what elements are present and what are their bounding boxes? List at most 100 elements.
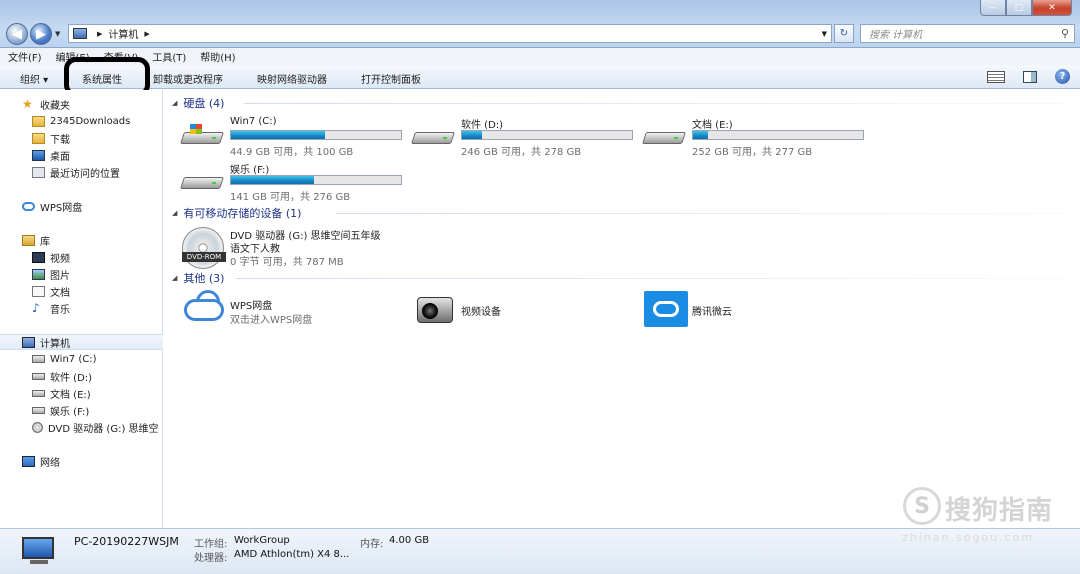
sidebar-label: 2345Downloads <box>50 115 131 127</box>
minimize-button[interactable]: — <box>980 0 1006 16</box>
computer-name: PC-20190227WSJM <box>74 535 179 548</box>
windows-drive-icon <box>180 124 224 148</box>
back-button[interactable]: ◀ <box>6 23 28 45</box>
group-header-hdd[interactable]: ◢ 硬盘 (4) <box>172 95 224 111</box>
sidebar-label: 桌面 <box>50 151 70 163</box>
other-item-wps[interactable]: WPS网盘 双击进入WPS网盘 <box>182 291 382 327</box>
chevron-right-icon[interactable]: ▶ <box>144 30 149 38</box>
search-input[interactable]: 搜索 计算机 ⚲ <box>860 24 1075 43</box>
search-icon[interactable]: ⚲ <box>1061 27 1069 40</box>
sidebar-label: 软件 (D:) <box>50 372 93 384</box>
maximize-button[interactable]: □ <box>1006 0 1032 16</box>
sidebar-item-favorites[interactable]: ★ 收藏夹 <box>22 96 185 112</box>
address-history-dropdown-icon[interactable]: ▼ <box>822 30 827 38</box>
windows-drive-icon <box>32 355 45 363</box>
menu-bar: 文件(F) 编辑(E) 查看(V) 工具(T) 帮助(H) <box>0 48 1080 65</box>
help-icon[interactable]: ? <box>1055 69 1070 84</box>
sidebar-label: WPS网盘 <box>40 202 83 214</box>
hard-drive-icon <box>32 389 45 397</box>
cloud-icon <box>22 201 35 211</box>
drive-usage-fill <box>693 131 709 139</box>
sidebar-label: 库 <box>40 236 50 248</box>
preview-pane-icon[interactable] <box>1023 70 1037 83</box>
recent-pages-dropdown-icon[interactable]: ▼ <box>55 30 60 38</box>
document-icon <box>32 285 45 297</box>
navigation-pane: ★ 收藏夹 2345Downloads 下载 桌面 最近访问的位置 WPS网盘 … <box>0 90 163 528</box>
open-control-panel-button[interactable]: 打开控制面板 <box>361 71 421 86</box>
drive-free-space: 44.9 GB 可用，共 100 GB <box>230 147 354 158</box>
menu-tools[interactable]: 工具(T) <box>152 49 186 64</box>
memory-value: 4.00 GB <box>389 535 430 546</box>
hard-drive-icon <box>411 126 455 148</box>
refresh-button[interactable]: ↻ <box>834 24 854 43</box>
drive-name: Win7 (C:) <box>230 116 277 127</box>
sidebar-item-libraries[interactable]: 库 <box>22 232 185 248</box>
other-item-weiyun[interactable]: 腾讯微云 <box>640 291 840 327</box>
drive-item-d[interactable]: 软件 (D:) 246 GB 可用，共 278 GB <box>411 116 643 158</box>
organize-button[interactable]: 组织 ▾ <box>20 71 48 86</box>
item-title: 视频设备 <box>461 307 501 318</box>
workgroup-label: 工作组: <box>194 539 228 550</box>
map-network-drive-button[interactable]: 映射网络驱动器 <box>257 71 327 86</box>
sidebar-label: Win7 (C:) <box>50 353 97 365</box>
group-divider <box>244 103 1064 104</box>
memory-label: 内存: <box>360 539 384 550</box>
computer-icon <box>73 28 87 39</box>
drive-usage-bar <box>692 130 864 140</box>
drive-item-e[interactable]: 文档 (E:) 252 GB 可用，共 277 GB <box>642 116 874 158</box>
drive-free-space: 141 GB 可用，共 276 GB <box>230 192 351 203</box>
group-header-removable[interactable]: ◢ 有可移动存储的设备 (1) <box>172 205 301 221</box>
drive-usage-fill <box>231 176 315 184</box>
chevron-right-icon[interactable]: ▶ <box>97 30 102 38</box>
drive-item-f[interactable]: 娱乐 (F:) 141 GB 可用，共 276 GB <box>180 161 412 203</box>
other-item-video-device[interactable]: 视频设备 <box>413 291 613 327</box>
sidebar-label: 视频 <box>50 253 70 265</box>
drive-usage-bar <box>461 130 633 140</box>
drive-name: 娱乐 (F:) <box>230 165 270 176</box>
collapse-triangle-icon[interactable]: ◢ <box>172 209 177 217</box>
collapse-triangle-icon[interactable]: ◢ <box>172 274 177 282</box>
sidebar-item-computer[interactable]: 计算机 <box>0 334 163 350</box>
tencent-weiyun-icon <box>640 291 688 327</box>
sogou-logo: S <box>903 487 941 525</box>
video-icon <box>32 251 45 263</box>
drive-item-c[interactable]: Win7 (C:) 44.9 GB 可用，共 100 GB <box>180 116 412 158</box>
sidebar-item-network[interactable]: 网络 <box>22 453 185 469</box>
hard-drive-icon <box>180 171 224 193</box>
group-header-other[interactable]: ◢ 其他 (3) <box>172 270 224 286</box>
hard-drive-icon <box>642 126 686 148</box>
collapse-triangle-icon[interactable]: ◢ <box>172 99 177 107</box>
address-bar[interactable]: ▶ 计算机 ▶ ▼ <box>68 24 832 43</box>
group-title: 硬盘 (4) <box>183 97 225 110</box>
content-pane: ◢ 硬盘 (4) Win7 (C:) 44.9 GB 可用，共 100 GB 软… <box>164 90 1080 528</box>
breadcrumb-computer[interactable]: 计算机 <box>108 26 138 41</box>
dvd-icon <box>32 421 43 433</box>
menu-file[interactable]: 文件(F) <box>8 49 42 64</box>
group-title: 有可移动存储的设备 (1) <box>183 207 302 220</box>
sidebar-item-wps-cloud[interactable]: WPS网盘 <box>22 198 185 214</box>
sidebar-label: 计算机 <box>40 338 70 350</box>
sidebar-label: 文档 <box>50 287 70 299</box>
drive-name: 软件 (D:) <box>461 120 504 131</box>
sidebar-label: 文档 (E:) <box>50 389 91 401</box>
desktop-icon <box>32 149 45 161</box>
view-options-icon[interactable] <box>987 70 1005 83</box>
music-note-icon: ♪ <box>32 300 40 315</box>
search-placeholder: 搜索 计算机 <box>869 30 923 41</box>
watermark-text: 搜狗指南 <box>945 496 1054 526</box>
item-subtitle: 双击进入WPS网盘 <box>230 315 313 326</box>
drive-usage-bar <box>230 175 402 185</box>
sidebar-label: 下载 <box>50 134 70 146</box>
menu-help[interactable]: 帮助(H) <box>200 49 235 64</box>
drive-name: 文档 (E:) <box>692 120 733 131</box>
workgroup-value: WorkGroup <box>234 535 290 546</box>
hard-drive-icon <box>32 372 45 380</box>
network-icon <box>22 455 35 467</box>
group-title: 其他 (3) <box>183 272 225 285</box>
forward-button[interactable]: ▶ <box>30 23 52 45</box>
drive-free-space: 246 GB 可用，共 278 GB <box>461 147 582 158</box>
sidebar-item-dvd-g[interactable]: DVD 驱动器 (G:) 思维空 <box>32 419 163 435</box>
downloads-folder-icon <box>32 132 45 144</box>
close-button[interactable]: ✕ <box>1032 0 1072 16</box>
uninstall-program-button[interactable]: 卸载或更改程序 <box>153 71 223 86</box>
